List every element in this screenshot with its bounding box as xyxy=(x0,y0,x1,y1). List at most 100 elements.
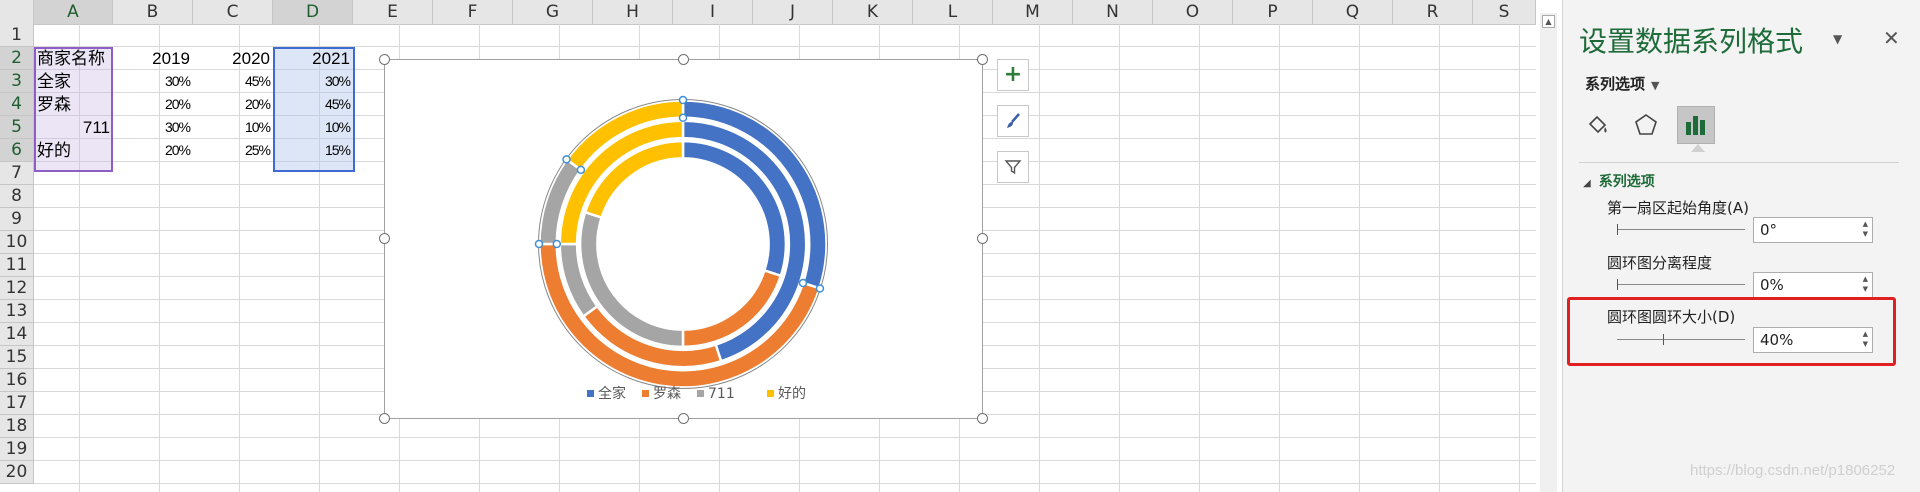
table-cell[interactable]: 30% xyxy=(273,70,351,93)
table-header-cell[interactable]: 2020 xyxy=(193,47,270,70)
table-cell[interactable]: 10% xyxy=(273,116,351,139)
row-header[interactable]: 16 xyxy=(0,369,34,392)
slider-thumb[interactable] xyxy=(1617,224,1618,235)
chart-resize-handle[interactable] xyxy=(678,413,689,424)
column-header-k[interactable]: K xyxy=(833,0,913,24)
first-slice-angle-input[interactable]: 0° ▲ ▼ xyxy=(1753,217,1873,243)
legend-label[interactable]: 罗森 xyxy=(653,386,681,402)
first-slice-angle-slider[interactable] xyxy=(1617,224,1745,235)
table-cell[interactable]: 15% xyxy=(273,139,351,162)
table-header-cell[interactable]: 2019 xyxy=(113,47,190,70)
doughnut-explosion-slider[interactable] xyxy=(1617,279,1745,290)
column-header-e[interactable]: E xyxy=(353,0,433,24)
legend-swatch[interactable] xyxy=(642,390,649,397)
vertical-scrollbar[interactable]: ▲ xyxy=(1540,13,1557,492)
fill-line-tab[interactable] xyxy=(1579,106,1617,144)
series-point-handle[interactable] xyxy=(576,165,586,175)
table-cell[interactable]: 711 xyxy=(34,116,110,139)
table-cell[interactable]: 20% xyxy=(113,93,191,116)
row-header[interactable]: 14 xyxy=(0,323,34,346)
table-header-cell[interactable]: 2021 xyxy=(273,47,350,70)
table-cell[interactable]: 好的 xyxy=(37,139,71,162)
chart-elements-button[interactable]: + xyxy=(997,59,1029,91)
row-header[interactable]: 1 xyxy=(0,24,34,47)
column-header-g[interactable]: G xyxy=(513,0,593,24)
slider-thumb[interactable] xyxy=(1617,279,1618,290)
chart-resize-handle[interactable] xyxy=(379,413,390,424)
table-cell[interactable]: 罗森 xyxy=(37,93,71,116)
row-header[interactable]: 4 xyxy=(0,93,34,116)
row-header[interactable]: 19 xyxy=(0,438,34,461)
chart-styles-button[interactable] xyxy=(997,105,1029,137)
column-header-i[interactable]: I xyxy=(673,0,753,24)
table-cell[interactable]: 20% xyxy=(113,139,191,162)
chart-resize-handle[interactable] xyxy=(977,233,988,244)
spinner-arrows-icon[interactable]: ▲ ▼ xyxy=(1863,219,1868,239)
column-header-f[interactable]: F xyxy=(433,0,513,24)
chart-resize-handle[interactable] xyxy=(977,54,988,65)
chart-resize-handle[interactable] xyxy=(379,54,390,65)
series-point-handle[interactable] xyxy=(815,284,825,293)
column-header-b[interactable]: B xyxy=(113,0,193,24)
row-header[interactable]: 13 xyxy=(0,300,34,323)
doughnut-chart-svg[interactable]: 全家 罗森 711 好的 xyxy=(385,60,982,418)
column-header-q[interactable]: Q xyxy=(1313,0,1393,24)
row-header[interactable]: 10 xyxy=(0,231,34,254)
column-header-m[interactable]: M xyxy=(993,0,1073,24)
column-header-r[interactable]: R xyxy=(1393,0,1473,24)
series-point-handle[interactable] xyxy=(678,113,688,123)
column-header-c[interactable]: C xyxy=(193,0,273,24)
table-cell[interactable]: 45% xyxy=(273,93,351,116)
table-cell[interactable]: 10% xyxy=(193,116,271,139)
series-point-handle[interactable] xyxy=(798,278,808,288)
row-header[interactable]: 18 xyxy=(0,415,34,438)
table-cell[interactable]: 30% xyxy=(113,116,191,139)
row-header[interactable]: 20 xyxy=(0,461,34,484)
row-header[interactable]: 8 xyxy=(0,185,34,208)
series-point-handle[interactable] xyxy=(534,239,544,249)
effects-tab[interactable] xyxy=(1627,106,1665,144)
column-header-j[interactable]: J xyxy=(753,0,833,24)
column-header-l[interactable]: L xyxy=(913,0,993,24)
row-header[interactable]: 2 xyxy=(0,47,34,70)
row-header[interactable]: 3 xyxy=(0,70,34,93)
row-header[interactable]: 15 xyxy=(0,346,34,369)
chart-filters-button[interactable] xyxy=(997,151,1029,183)
column-header-n[interactable]: N xyxy=(1073,0,1153,24)
column-header-a[interactable]: A xyxy=(34,0,113,24)
pane-options-dropdown-icon[interactable]: ▼ xyxy=(1833,32,1842,46)
select-all-corner[interactable] xyxy=(0,0,34,24)
column-header-p[interactable]: P xyxy=(1233,0,1313,24)
row-header[interactable]: 7 xyxy=(0,162,34,185)
column-header-o[interactable]: O xyxy=(1153,0,1233,24)
table-cell[interactable]: 25% xyxy=(193,139,271,162)
row-header[interactable]: 12 xyxy=(0,277,34,300)
close-icon[interactable]: ✕ xyxy=(1883,26,1900,50)
column-header-d[interactable]: D xyxy=(273,0,353,24)
series-options-dropdown[interactable]: 系列选项 ▼ xyxy=(1585,73,1659,94)
table-header-cell[interactable]: 商家名称 xyxy=(37,47,105,70)
doughnut-chart[interactable]: 全家 罗森 711 好的 xyxy=(384,59,983,419)
chart-resize-handle[interactable] xyxy=(977,413,988,424)
legend-swatch[interactable] xyxy=(587,390,594,397)
chart-resize-handle[interactable] xyxy=(678,54,689,65)
legend-label[interactable]: 711 xyxy=(708,386,735,402)
column-header-h[interactable]: H xyxy=(593,0,673,24)
series-point-handle[interactable] xyxy=(678,95,688,105)
series-point-handle[interactable] xyxy=(562,155,571,164)
row-header[interactable]: 9 xyxy=(0,208,34,231)
series-options-tab[interactable] xyxy=(1677,106,1715,144)
legend-swatch[interactable] xyxy=(767,390,774,397)
series-point-handle[interactable] xyxy=(552,239,562,249)
table-cell[interactable]: 20% xyxy=(193,93,271,116)
spreadsheet[interactable]: A B C D E F G H I J K L M N O P Q R S 1 … xyxy=(0,0,1536,492)
chart-resize-handle[interactable] xyxy=(379,233,390,244)
legend-label[interactable]: 好的 xyxy=(778,386,806,402)
row-header[interactable]: 6 xyxy=(0,139,34,162)
column-header-s[interactable]: S xyxy=(1473,0,1536,24)
row-header[interactable]: 17 xyxy=(0,392,34,415)
legend-swatch[interactable] xyxy=(697,390,704,397)
row-header[interactable]: 11 xyxy=(0,254,34,277)
scroll-up-icon[interactable]: ▲ xyxy=(1542,15,1555,28)
series-options-section[interactable]: ◢ 系列选项 xyxy=(1583,171,1655,191)
